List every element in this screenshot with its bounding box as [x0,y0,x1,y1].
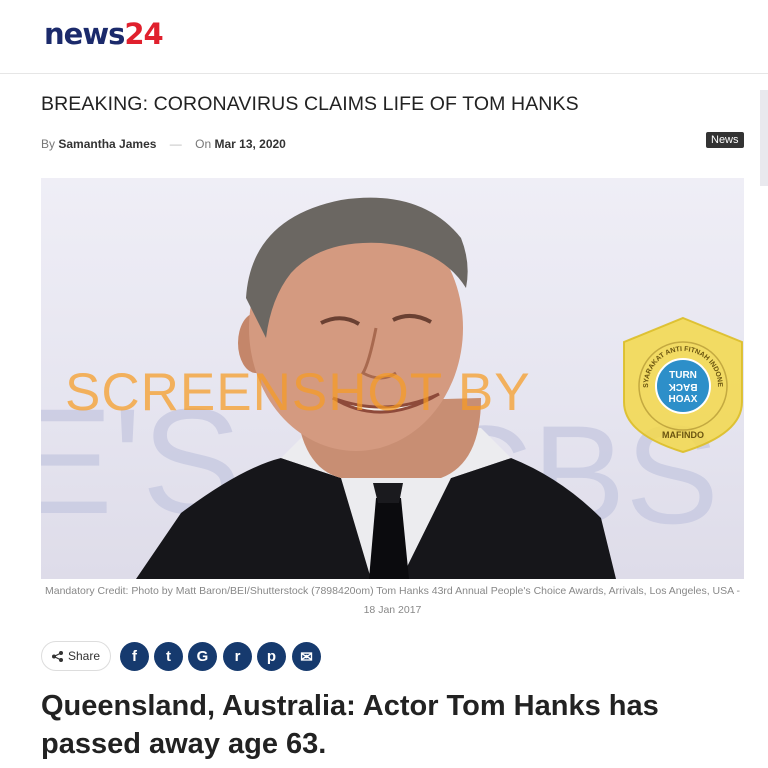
on-label: On [195,137,212,151]
pinterest-share-button[interactable]: p [257,642,286,671]
mafindo-seal-icon: TURN BACK HOAX MASYARAKAT ANTI FITNAH IN… [620,316,743,454]
google-share-button[interactable]: G [188,642,217,671]
site-header: news24 [0,0,768,74]
photo-caption: Mandatory Credit: Photo by Matt Baron/BE… [45,585,740,616]
screenshot-watermark: SCREENSHOT BY [65,363,531,422]
share-icon [51,650,63,662]
article-lead-headline: Queensland, Australia: Actor Tom Hanks h… [41,690,659,760]
facebook-share-button[interactable]: f [120,642,149,671]
svg-text:HOAX: HOAX [669,394,698,405]
by-label: By [41,137,56,151]
svg-text:MAFINDO: MAFINDO [662,430,704,440]
svg-text:TURN: TURN [669,370,697,381]
publish-date: Mar 13, 2020 [214,137,286,151]
twitter-share-button[interactable]: t [154,642,183,671]
share-button[interactable]: Share [41,641,111,671]
email-icon: ✉ [300,648,313,666]
category-badge[interactable]: News [706,132,744,148]
twitter-icon: t [166,648,171,665]
side-ad-strip [760,90,768,186]
reddit-share-button[interactable]: r [223,642,252,671]
meta-separator: — [169,137,182,151]
reddit-icon: r [234,648,241,665]
share-label: Share [67,649,101,663]
site-logo[interactable]: news24 [44,16,164,52]
article-meta: By Samantha James — On Mar 13, 2020 [41,137,286,151]
author-link[interactable]: Samantha James [58,137,156,151]
svg-text:BACK: BACK [668,381,698,392]
article-title: BREAKING: CORONAVIRUS CLAIMS LIFE OF TOM… [41,93,579,115]
pinterest-icon: p [266,648,277,665]
email-share-button[interactable]: ✉ [292,642,321,671]
facebook-icon: f [132,648,137,665]
google-icon: G [196,648,209,665]
